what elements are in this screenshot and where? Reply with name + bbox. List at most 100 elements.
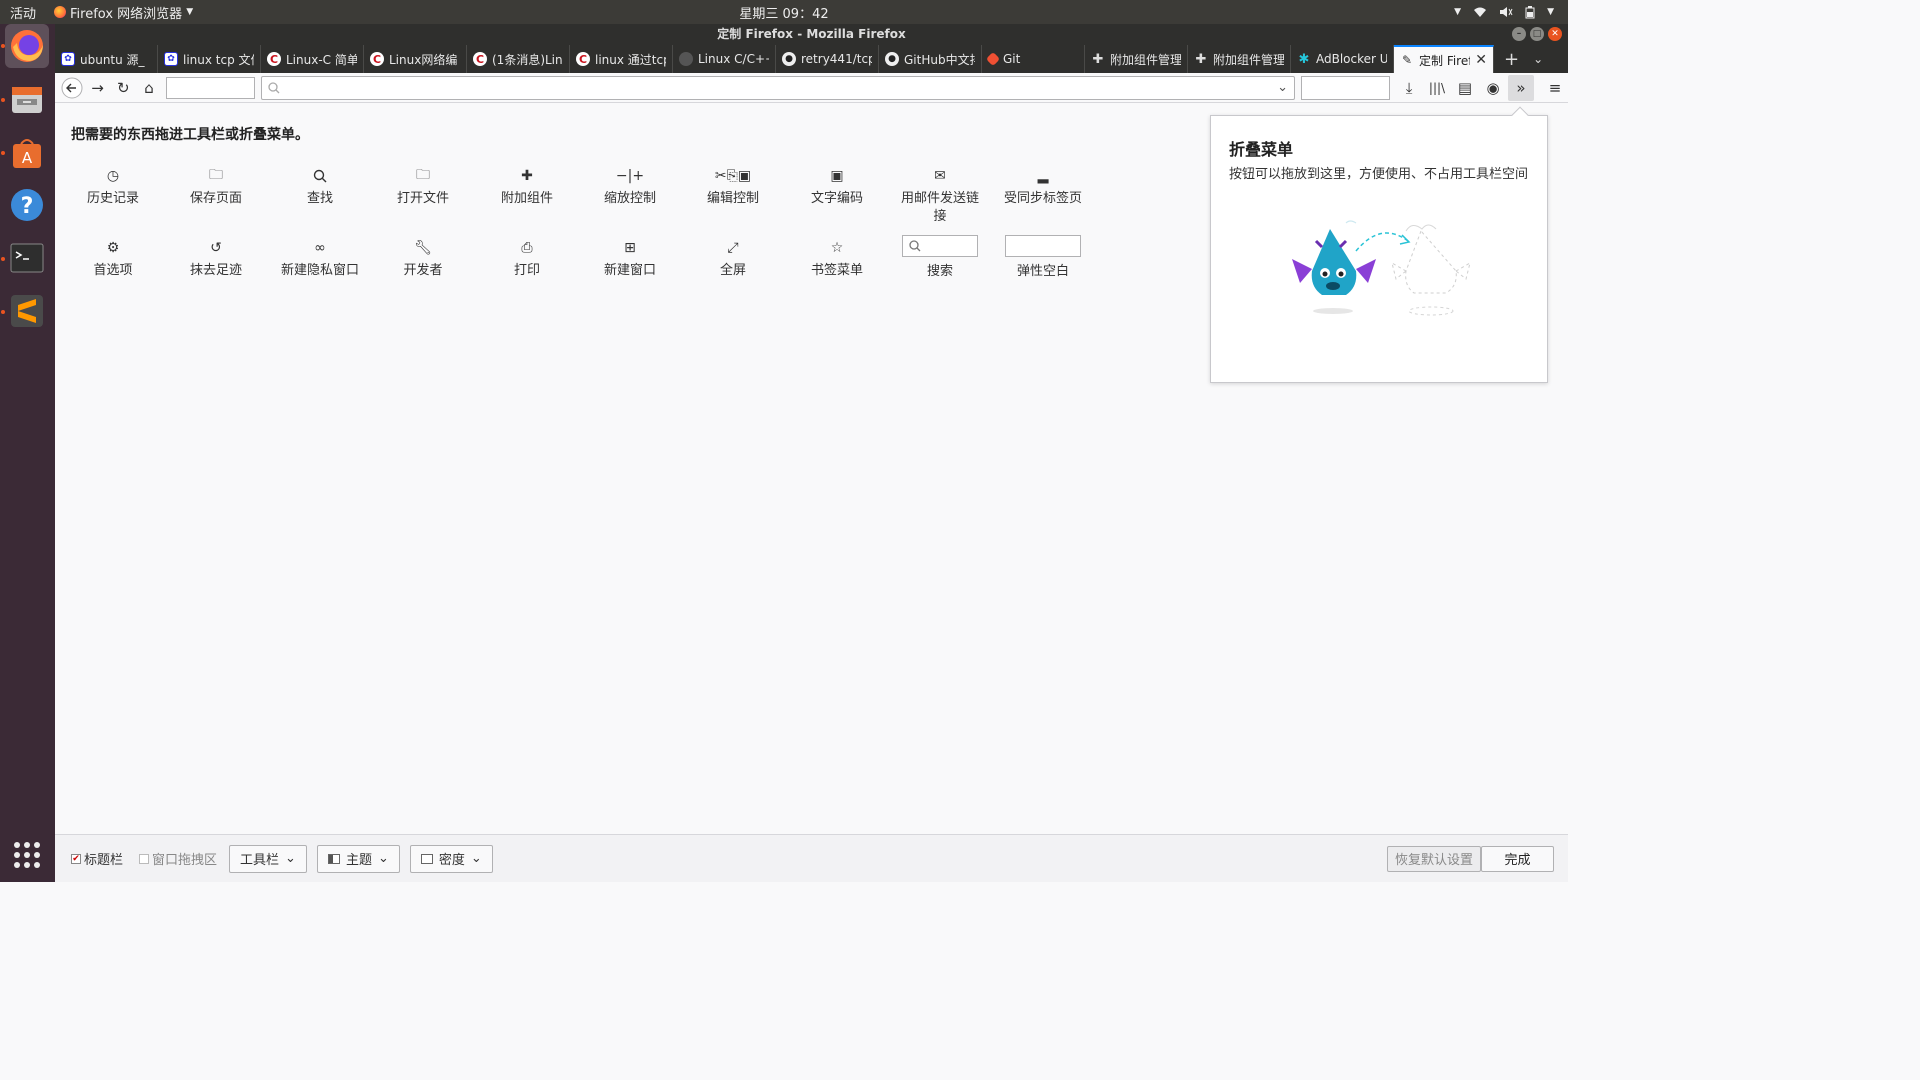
close-tab-icon[interactable]: ✕ [1475,52,1487,68]
url-dropdown-icon[interactable]: ⌄ [1277,80,1288,95]
palette-item-search[interactable]: 搜索 [897,235,983,281]
drag-space-checkbox[interactable]: 窗口拖拽区 [139,849,217,868]
url-bar[interactable]: ⌄ [260,75,1296,100]
minimize-button[interactable]: – [1512,27,1526,41]
palette-item-find[interactable]: 查找 [277,166,363,208]
forward-arrow-icon[interactable]: → [85,75,111,101]
palette-item-zoom-controls[interactable]: −|+ 缩放控制 [587,166,673,208]
tab[interactable]: ● GitHub中文排 [879,45,982,73]
launcher-help[interactable]: ? [5,183,49,227]
themes-dropdown-label: 主题 [345,853,372,868]
overflow-panel-title: 折叠菜单 [1229,140,1294,159]
palette-item-print[interactable]: ⎙ 打印 [484,238,570,280]
sidebar-icon[interactable]: ▤ [1452,75,1478,101]
palette-item-open-file[interactable]: 🗀 打开文件 [380,166,466,208]
search-bar[interactable] [1301,75,1391,100]
tab-list-chevron-icon[interactable]: ⌄ [1533,52,1543,66]
density-dropdown[interactable]: 密度 ⌄ [409,844,493,873]
tab[interactable]: C Linux-C 简单 [261,45,364,73]
back-button[interactable] [59,75,85,101]
tab-label: linux tcp 文件 [183,52,254,67]
power-menu-arrow-icon[interactable]: ▼ [1547,7,1554,17]
launcher-terminal[interactable] [5,236,49,280]
tab[interactable]: Linux C/C++ [673,45,776,73]
palette-item-preferences[interactable]: ⚙ 首选项 [70,238,156,280]
window-titlebar[interactable]: 定制 Firefox - Mozilla Firefox – □ ✕ [55,24,1568,45]
palette-item-label: 附加组件 [500,191,553,206]
palette-item-history[interactable]: ◷ 历史记录 [70,166,156,208]
palette-item-bookmarks-menu[interactable]: ☆ 书签菜单 [794,238,880,280]
tab[interactable]: Git [982,45,1085,73]
maximize-button[interactable]: □ [1530,27,1544,41]
palette-item-edit-controls[interactable]: ✂⎘▣ 编辑控制 [690,166,776,208]
brush-icon: ✎ [1401,53,1413,67]
palette-item-label: 打开文件 [396,191,449,206]
palette-item-flexible-space[interactable]: 弹性空白 [1000,235,1086,281]
home-icon[interactable]: ⌂ [136,75,162,101]
reload-icon[interactable]: ↻ [110,75,136,101]
downloads-icon[interactable]: ⤓ [1396,75,1422,101]
launcher-firefox[interactable] [5,24,49,68]
window-title: 定制 Firefox - Mozilla Firefox [717,27,906,41]
palette-item-email-link[interactable]: ✉ 用邮件发送链接 [897,166,983,226]
restore-defaults-button[interactable]: 恢复默认设置 [1387,845,1482,872]
tab-label: AdBlocker Ul [1316,52,1387,66]
tab[interactable]: ● retry441/tcp [776,45,879,73]
palette-item-label: 受同步标签页 [1003,191,1082,206]
done-button[interactable]: 完成 [1481,845,1554,872]
palette-item-text-encoding[interactable]: ▣ 文字编码 [794,166,880,208]
launcher-sublime[interactable] [5,289,49,333]
palette-item-addons[interactable]: ✚ 附加组件 [484,166,570,208]
overflow-panel[interactable]: 折叠菜单 按钮可以拖放到这里，方便使用、不占用工具栏空间 [1210,106,1548,383]
mail-icon: ✉ [934,168,946,184]
palette-item-fullscreen[interactable]: ⤢ 全屏 [690,238,776,280]
running-indicator [1,98,5,102]
dropdown-arrow-icon: ▼ [186,7,194,17]
tab[interactable]: ✿ ubuntu 源_ [55,45,158,73]
palette-item-label: 文字编码 [810,191,863,206]
tray-arrow-icon[interactable]: ▼ [1454,7,1461,17]
launcher-files[interactable] [5,77,49,121]
tab-label: retry441/tcp [801,52,872,66]
library-icon[interactable]: |||\ [1424,75,1450,101]
tab[interactable]: C (1条消息)Lin [467,45,570,73]
title-bar-checkbox[interactable]: ✔ 标题栏 [71,849,123,868]
palette-item-label: 书签菜单 [810,263,863,278]
volume-icon[interactable] [1499,6,1513,18]
puzzle-icon: ✚ [521,168,533,184]
activities-button[interactable]: 活动 [0,3,46,22]
edit-controls-icon: ✂⎘▣ [714,168,752,184]
tab-label: 附加组件管理 [1110,52,1181,67]
csdn-icon: C [473,52,487,66]
app-menu[interactable]: Firefox 网络浏览器 ▼ [46,3,193,22]
themes-dropdown[interactable]: 主题 ⌄ [316,844,400,873]
battery-icon[interactable] [1525,5,1535,19]
clock[interactable]: 星期三 09：42 [0,3,1568,22]
puzzle-icon: ✚ [1195,51,1207,67]
new-tab-button[interactable]: + [1504,49,1519,70]
tab[interactable]: ✚ 附加组件管理 [1188,45,1291,73]
toolbars-dropdown[interactable]: 工具栏 ⌄ [229,844,307,873]
palette-item-private-window[interactable]: ∞ 新建隐私窗口 [277,238,363,280]
launcher-software-center[interactable]: A [5,130,49,174]
close-window-button[interactable]: ✕ [1548,27,1562,41]
palette-item-developer[interactable]: 🔧︎ 开发者 [380,238,466,280]
palette-item-save-page[interactable]: 🗀 保存页面 [173,166,259,208]
hamburger-menu-icon[interactable]: ≡ [1542,75,1568,101]
palette-item-label: 搜索 [926,264,953,279]
flexible-space-slot[interactable] [165,76,255,99]
tab[interactable]: C Linux网络编 [364,45,467,73]
system-tray[interactable]: ▼ ▼ [1454,5,1554,19]
show-applications-icon[interactable] [14,842,40,868]
wifi-icon[interactable] [1473,6,1487,18]
tab[interactable]: ✚ 附加组件管理 [1085,45,1188,73]
palette-item-synced-tabs[interactable]: ▂ 受同步标签页 [1000,166,1086,208]
palette-item-new-window[interactable]: ⊞ 新建窗口 [587,238,673,280]
tab[interactable]: Clinux 通过tcp [570,45,673,73]
tab[interactable]: ✿ linux tcp 文件 [158,45,261,73]
tab[interactable]: ✱ AdBlocker Ul [1291,45,1394,73]
account-icon[interactable]: ◉ [1480,75,1506,101]
palette-item-forget[interactable]: ↺ 抹去足迹 [173,238,259,280]
tab-selected[interactable]: ✎ 定制 Firefox ✕ [1394,45,1494,73]
overflow-menu-button[interactable]: » [1508,74,1535,101]
